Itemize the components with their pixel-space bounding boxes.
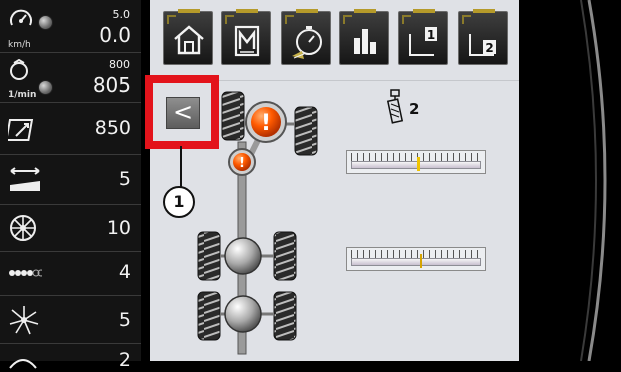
speed-status-led <box>38 15 53 30</box>
upper-right-tire <box>294 106 318 156</box>
engine-row: 1/min 800 805 <box>0 53 141 103</box>
lower-right-tire <box>273 291 297 341</box>
wheel-icon <box>10 215 36 241</box>
speed-unit: km/h <box>8 40 31 50</box>
lower-gauge-marker <box>419 254 422 268</box>
area-counter-icon <box>8 119 34 141</box>
speed-row: km/h 5.0 0.0 <box>0 0 141 53</box>
tab-home[interactable] <box>163 9 213 65</box>
lower-axle-gauge <box>346 247 486 271</box>
engine-speed-icon <box>10 59 28 80</box>
area-row: 850 <box>0 103 141 155</box>
engine-value: 805 <box>92 73 131 97</box>
tab-memory[interactable] <box>221 9 271 65</box>
tab-page-2[interactable]: 2 <box>458 9 508 65</box>
wheel-value: 10 <box>106 217 131 239</box>
spring-sensor-icon <box>386 89 404 124</box>
width-row: 5 <box>0 155 141 205</box>
rows-row: 4 <box>0 252 141 296</box>
highlight-frame <box>145 75 219 149</box>
page-2-label: 2 <box>485 41 493 55</box>
warning-large-icon: ! <box>245 101 287 143</box>
rows-value: 4 <box>118 261 131 283</box>
middle-left-tire <box>197 231 221 281</box>
right-bezel <box>519 0 621 362</box>
lower-left-tire <box>197 291 221 341</box>
middle-right-tire <box>273 231 297 281</box>
callout-marker: 1 <box>163 186 195 218</box>
speed-value: 0.0 <box>99 23 131 47</box>
warning-small-icon: ! <box>228 148 256 176</box>
area-value: 850 <box>94 117 131 139</box>
page-1-label: 1 <box>427 28 435 42</box>
home-icon <box>174 25 204 55</box>
upper-left-tire <box>221 91 245 141</box>
svg-text:!: ! <box>239 156 245 171</box>
middle-axle-ball <box>224 237 262 275</box>
bar-chart-icon <box>354 29 376 54</box>
upper-gauge-marker <box>417 157 421 171</box>
rows-icon <box>9 269 42 277</box>
page-2-icon: 2 <box>469 34 496 56</box>
speed-setpoint: 5.0 <box>112 8 131 21</box>
rotor-value: 5 <box>118 309 131 331</box>
page-1-icon: 1 <box>409 27 437 56</box>
wheel-row: 10 <box>0 205 141 252</box>
tab-timer[interactable] <box>281 9 331 65</box>
tab-statistics[interactable] <box>339 9 389 65</box>
memory-m-icon <box>234 25 260 57</box>
working-width-icon <box>10 167 40 191</box>
width-value: 5 <box>118 168 131 190</box>
engine-unit: 1/min <box>8 90 37 100</box>
lower-axle-ball <box>224 295 262 333</box>
rotor-icon <box>9 306 39 335</box>
rotor-row: 5 <box>0 296 141 344</box>
stopwatch-icon <box>292 26 322 59</box>
partial-value: 2 <box>118 349 131 371</box>
svg-text:!: ! <box>261 111 271 136</box>
partial-row: 2 <box>0 344 141 371</box>
upper-axle-gauge <box>346 150 486 174</box>
callout-line <box>180 146 182 188</box>
tab-page-1[interactable]: 1 <box>398 9 448 65</box>
status-sidebar: km/h 5.0 0.0 1/min 800 805 850 5 10 4 5 … <box>0 0 141 371</box>
spring-count-label: 2 <box>409 100 420 118</box>
partial-icon <box>9 359 37 369</box>
engine-setpoint: 800 <box>109 58 130 71</box>
engine-status-led <box>38 80 53 95</box>
speedometer-icon <box>10 9 32 26</box>
